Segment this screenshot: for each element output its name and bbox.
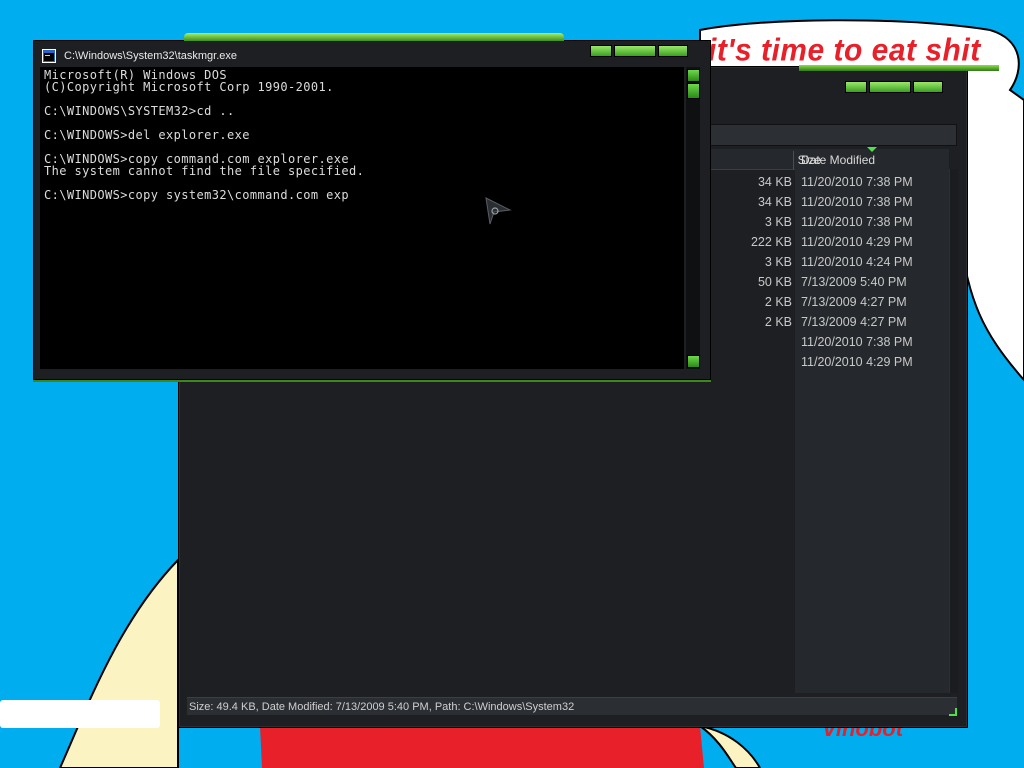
- minimize-button[interactable]: [590, 45, 612, 57]
- window-controls: [590, 45, 688, 57]
- window-title: C:\Windows\System32\taskmgr.exe: [64, 50, 238, 62]
- scroll-thumb[interactable]: [687, 83, 700, 99]
- console-scrollbar[interactable]: [686, 67, 700, 369]
- file-date-modified: 11/20/2010 4:29 PM: [801, 235, 913, 249]
- file-size: 2 KB: [764, 315, 792, 329]
- file-date-modified: 7/13/2009 5:40 PM: [801, 275, 907, 289]
- file-list: 34 KB 11/20/2010 7:38 PM 34 KB 11/20/2010 7…: [709, 173, 949, 373]
- file-row[interactable]: 3 KB 11/20/2010 7:38 PM: [709, 213, 949, 233]
- file-size: 3 KB: [764, 255, 792, 269]
- file-row[interactable]: 2 KB 7/13/2009 4:27 PM: [709, 293, 949, 313]
- console-text: Microsoft(R) Windows DOS (C)Copyright Mi…: [44, 68, 365, 202]
- file-row[interactable]: 11/20/2010 4:29 PM: [709, 353, 949, 373]
- file-size: 2 KB: [764, 295, 792, 309]
- close-button[interactable]: [913, 81, 943, 93]
- vertical-scrollbar[interactable]: [949, 169, 958, 693]
- file-size: 34 KB: [757, 195, 792, 209]
- maximize-button[interactable]: [869, 81, 911, 93]
- minimize-button[interactable]: [845, 81, 867, 93]
- title-bar[interactable]: C:\Windows\System32\taskmgr.exe: [42, 46, 237, 66]
- file-row[interactable]: 34 KB 11/20/2010 7:38 PM: [709, 173, 949, 193]
- status-bar: Size: 49.4 KB, Date Modified: 7/13/2009 …: [187, 697, 957, 715]
- file-row[interactable]: 2 KB 7/13/2009 4:27 PM: [709, 313, 949, 333]
- file-date-modified: 11/20/2010 7:38 PM: [801, 195, 913, 209]
- console-output[interactable]: Microsoft(R) Windows DOS (C)Copyright Mi…: [40, 67, 684, 369]
- column-header: Size Date Modified: [709, 147, 949, 170]
- column-separator[interactable]: [793, 151, 794, 169]
- column-header-date-modified[interactable]: Date Modified: [801, 153, 875, 167]
- file-size: 34 KB: [757, 175, 792, 189]
- file-date-modified: 11/20/2010 7:38 PM: [801, 335, 913, 349]
- file-row[interactable]: 3 KB 11/20/2010 4:24 PM: [709, 253, 949, 273]
- file-date-modified: 7/13/2009 4:27 PM: [801, 315, 907, 329]
- scroll-up-icon[interactable]: [687, 69, 700, 82]
- file-row[interactable]: 34 KB 11/20/2010 7:38 PM: [709, 193, 949, 213]
- address-bar[interactable]: [709, 124, 957, 146]
- window-glow: [184, 33, 564, 41]
- file-row[interactable]: 11/20/2010 7:38 PM: [709, 333, 949, 353]
- white-patch: [0, 700, 160, 728]
- file-row[interactable]: 222 KB 11/20/2010 4:29 PM: [709, 233, 949, 253]
- mouse-pointer-icon: [485, 197, 512, 225]
- cmd-window[interactable]: C:\Windows\System32\taskmgr.exe Microsof…: [33, 33, 711, 380]
- file-date-modified: 11/20/2010 7:38 PM: [801, 175, 913, 189]
- file-date-modified: 11/20/2010 4:24 PM: [801, 255, 913, 269]
- file-date-modified: 7/13/2009 4:27 PM: [801, 295, 907, 309]
- file-size: 222 KB: [750, 235, 792, 249]
- speech-bubble-text: it's time to eat shit: [708, 33, 981, 68]
- file-row[interactable]: 50 KB 7/13/2009 5:40 PM: [709, 273, 949, 293]
- scroll-down-icon[interactable]: [687, 355, 700, 368]
- sort-descending-icon: [867, 147, 877, 152]
- console-window-icon: [42, 49, 56, 63]
- close-button[interactable]: [658, 45, 688, 57]
- window-glow: [799, 65, 999, 71]
- file-date-modified: 11/20/2010 7:38 PM: [801, 215, 913, 229]
- file-size: 3 KB: [764, 215, 792, 229]
- resize-grip-icon[interactable]: [949, 708, 957, 716]
- maximize-button[interactable]: [614, 45, 656, 57]
- window-controls: [845, 81, 943, 93]
- file-date-modified: 11/20/2010 4:29 PM: [801, 355, 913, 369]
- file-size: 50 KB: [757, 275, 792, 289]
